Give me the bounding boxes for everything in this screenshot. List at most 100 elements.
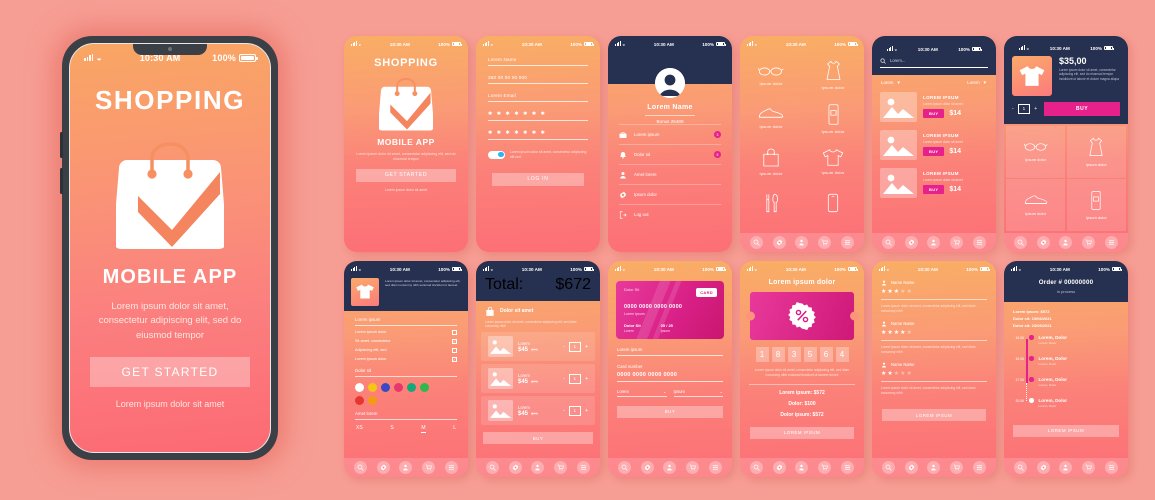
order-cta-button[interactable]: LOREM IPSUM [1013,424,1119,437]
cart-icon[interactable] [818,236,832,249]
month-select[interactable]: Lorem ⌄ [617,389,667,397]
menu-icon[interactable] [973,236,987,249]
profile-item-logout[interactable]: Log out [619,204,721,224]
search-icon[interactable] [617,461,631,474]
quantity-stepper[interactable]: -1 + [563,341,588,352]
person-icon[interactable] [1059,236,1073,249]
search-icon[interactable] [353,461,367,474]
gear-icon[interactable] [904,236,918,249]
cart-icon[interactable] [818,461,832,474]
terms-toggle[interactable] [488,150,505,159]
cart-icon[interactable] [950,461,964,474]
increment-button[interactable]: + [585,408,588,414]
quantity-stepper[interactable]: - 1 + [1012,103,1037,114]
person-icon[interactable] [399,461,413,474]
color-swatch-pink[interactable] [394,382,403,392]
gear-icon[interactable] [640,461,654,474]
category-shoe[interactable]: Ipsum dolor [1006,179,1066,231]
get-started-button[interactable]: GET STARTED [356,168,456,182]
gear-icon[interactable] [376,461,390,474]
category-cutlery[interactable] [740,183,802,226]
decrement-button[interactable]: - [563,344,565,350]
cart-row[interactable]: Lorem $45 $79 -1 + [481,332,595,362]
gear-icon[interactable] [1036,236,1050,249]
cart-row[interactable]: Lorem $45 $79 -1 + [481,396,595,426]
cart-icon[interactable] [950,236,964,249]
search-icon[interactable] [881,236,895,249]
person-icon[interactable] [1059,461,1073,474]
menu-icon[interactable] [973,461,987,474]
category-bag[interactable]: Ipsum dolor [740,140,802,183]
filter-dropdown-left[interactable]: Lorem ▼ [881,80,901,85]
gear-icon[interactable] [772,461,786,474]
quantity-stepper[interactable]: -1 + [563,405,588,416]
color-swatch-green[interactable] [420,382,429,392]
search-icon[interactable] [485,461,499,474]
product-row[interactable]: LOREM IPSUM Lorem ipsum dolor sit amet B… [872,126,996,164]
category-tshirt[interactable]: Ipsum dolor [802,140,864,183]
login-button[interactable]: LOG IN [492,172,584,186]
cart-icon[interactable] [422,461,436,474]
color-swatch-orange[interactable] [368,395,377,405]
option-checkbox-row[interactable]: Lorem ipsum dolor [355,326,457,335]
buy-button[interactable]: BUY [923,109,945,119]
profile-item-settings[interactable]: Ipsum dolor [619,184,721,204]
cart-icon[interactable] [1082,236,1096,249]
category-cosmetic[interactable]: Ipsum dolor [802,97,864,140]
email-field[interactable]: Lorem Email [488,84,588,102]
menu-icon[interactable] [1105,461,1119,474]
size-option-xs[interactable]: XS [356,425,363,433]
decrement-button[interactable]: - [563,376,565,382]
checkbox[interactable]: ✓ [452,356,457,362]
decrement-button[interactable]: - [563,408,565,414]
color-swatch-yellow[interactable] [368,382,377,392]
menu-icon[interactable] [577,461,591,474]
gear-icon[interactable] [904,461,918,474]
avatar[interactable] [655,68,685,98]
option-checkbox-row[interactable]: Adipiscing elit, sed [355,344,457,353]
color-swatch-blue[interactable] [381,382,390,392]
checkbox[interactable] [452,347,457,353]
gear-icon[interactable] [1036,461,1050,474]
cart-icon[interactable] [554,461,568,474]
gear-icon[interactable] [772,236,786,249]
option-checkbox-row[interactable]: Lorem ipsum dolor ✓ [355,353,457,362]
cart-icon[interactable] [686,461,700,474]
size-option-m[interactable]: M [421,425,426,433]
cardholder-name-field[interactable]: Lorem ipsum [617,339,723,356]
decrement-button[interactable]: - [1012,106,1014,112]
person-icon[interactable] [663,461,677,474]
get-started-button[interactable]: GET STARTED [90,356,250,387]
color-swatch-white[interactable] [355,382,364,392]
menu-icon[interactable] [445,461,459,474]
category-glasses[interactable]: Ipsum dolor [740,54,802,97]
category-dress[interactable]: Ipsum dolor [802,54,864,97]
checkbox[interactable] [452,329,457,335]
category-dress[interactable]: Ipsum dolor [1066,125,1126,178]
menu-icon[interactable] [841,461,855,474]
category-phone[interactable] [802,183,864,226]
person-icon[interactable] [795,461,809,474]
coupon-cta-button[interactable]: LOREM IPSUM [750,426,854,439]
category-cosmetic[interactable]: Ipsum dolor [1066,179,1126,231]
checkbox[interactable]: ✓ [452,338,457,344]
search-icon[interactable] [749,461,763,474]
phone-side-button-upper[interactable] [60,132,63,158]
profile-item-account[interactable]: Amet lorem [619,164,721,184]
search-input[interactable]: Lorem... [880,58,988,68]
reviews-cta-button[interactable]: LOREM IPSUM [882,409,986,422]
name-field[interactable]: Lorem Name [488,48,588,66]
search-icon[interactable] [749,236,763,249]
buy-button[interactable]: BUY [483,432,593,445]
category-shoe[interactable]: Ipsum dolor [740,97,802,140]
menu-icon[interactable] [709,461,723,474]
option-checkbox-row[interactable]: Sit amet, consectetur ✓ [355,335,457,344]
person-icon[interactable] [927,461,941,474]
quantity-stepper[interactable]: -1 + [563,373,588,384]
password-field[interactable]: ✱ ✱ ✱ ✱ ✱ ✱ ✱ [488,102,588,121]
category-glasses[interactable]: Ipsum dolor [1006,125,1066,178]
profile-item-notifications[interactable]: Dolor sit 5 [619,144,721,164]
gear-icon[interactable] [508,461,522,474]
increment-button[interactable]: + [585,344,588,350]
buy-button[interactable]: BUY [923,185,945,195]
